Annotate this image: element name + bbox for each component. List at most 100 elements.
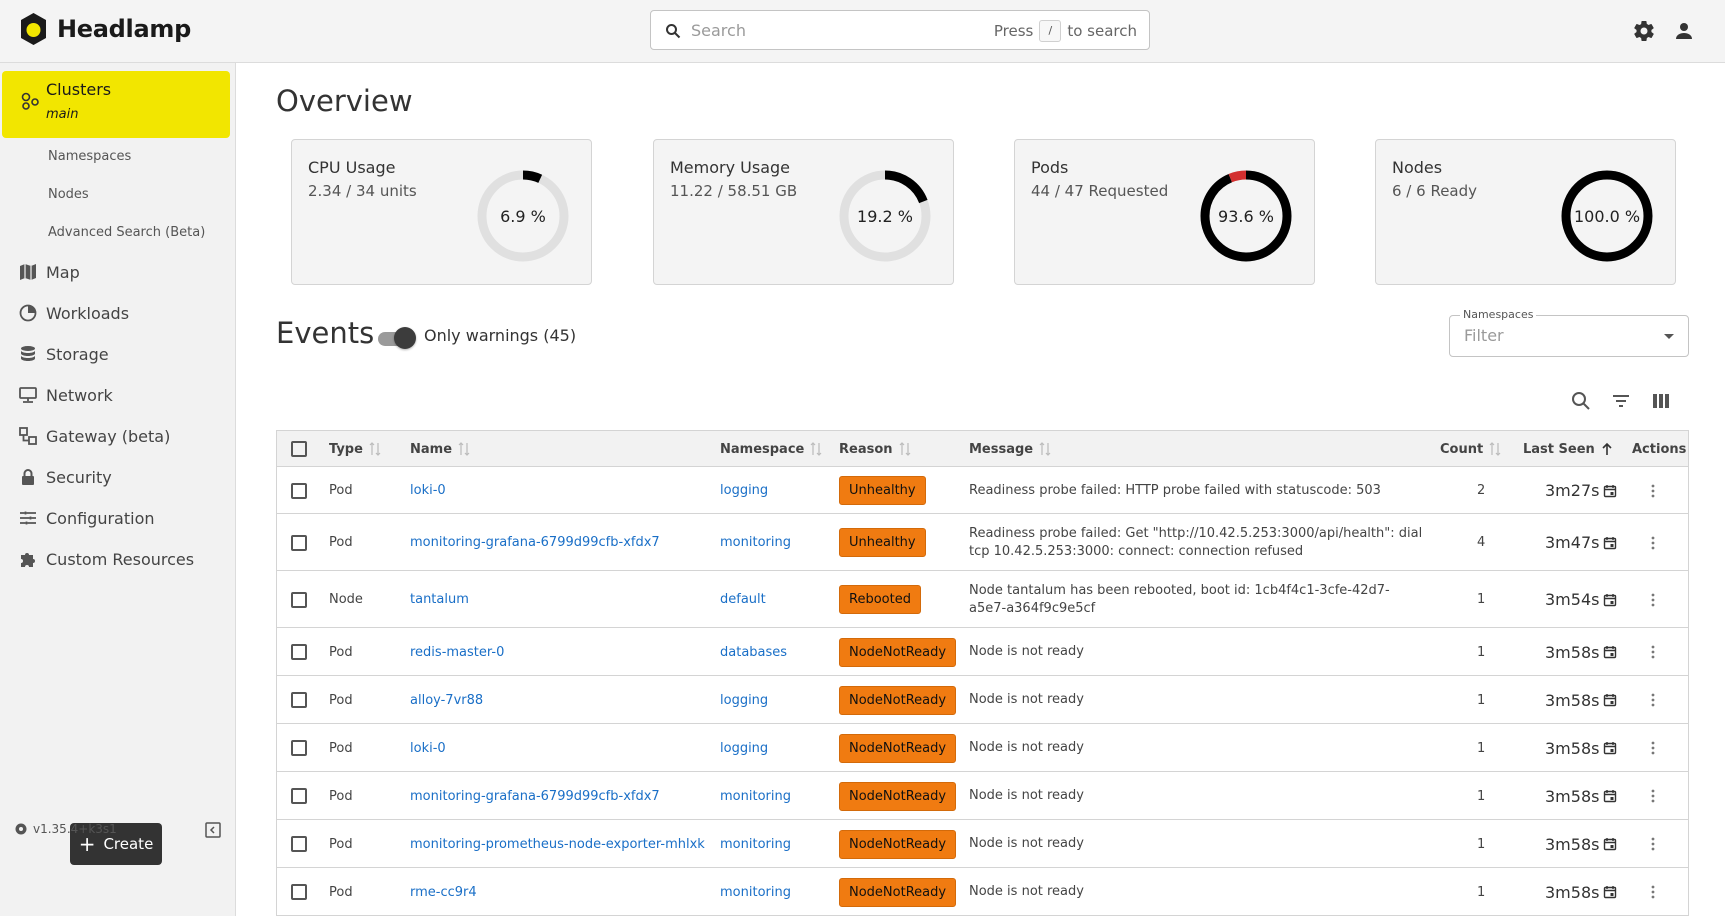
columns-icon[interactable] [1650, 390, 1672, 412]
more-actions-icon[interactable] [1651, 884, 1655, 900]
event-name-link[interactable]: monitoring-grafana-6799d99cfb-xfdx7 [410, 772, 660, 820]
row-checkbox-cell[interactable] [291, 724, 307, 772]
column-header-last-seen[interactable]: Last Seen [1523, 431, 1613, 467]
more-actions-icon[interactable] [1651, 483, 1655, 499]
row-checkbox[interactable] [291, 884, 307, 900]
card-title: CPU Usage [308, 158, 396, 177]
event-name-link[interactable]: loki-0 [410, 467, 446, 514]
row-checkbox-cell[interactable] [291, 868, 307, 916]
row-checkbox-cell[interactable] [291, 628, 307, 676]
nodes-donut: 100.0 % [1561, 170, 1653, 262]
settings-gear-icon[interactable] [1632, 19, 1656, 43]
more-actions-icon[interactable] [1651, 592, 1655, 608]
event-name-link[interactable]: monitoring-prometheus-node-exporter-mhlx… [410, 820, 705, 868]
row-checkbox-cell[interactable] [291, 467, 307, 514]
table-row[interactable]: Pod monitoring-grafana-6799d99cfb-xfdx7 mo… [277, 514, 1688, 571]
column-header-name[interactable]: Name [410, 431, 470, 467]
sidebar-item-namespaces[interactable]: Namespaces [48, 149, 131, 164]
select-all-checkbox-cell[interactable] [291, 431, 307, 467]
column-header-type[interactable]: Type [329, 431, 381, 467]
row-checkbox-cell[interactable] [291, 514, 307, 571]
event-name-link[interactable]: redis-master-0 [410, 628, 504, 676]
sidebar-item-security[interactable]: Security [18, 465, 112, 489]
table-row[interactable]: Pod monitoring-grafana-6799d99cfb-xfdx7 mo… [277, 772, 1688, 820]
sort-icon[interactable] [458, 442, 470, 456]
row-checkbox[interactable] [291, 740, 307, 756]
more-actions-icon[interactable] [1651, 836, 1655, 852]
sidebar-item-clusters[interactable]: Clusters main [2, 71, 230, 138]
event-namespace-link[interactable]: logging [720, 724, 768, 772]
search-icon[interactable] [1570, 390, 1592, 412]
sort-icon[interactable] [1489, 442, 1501, 456]
event-namespace-link[interactable]: monitoring [720, 514, 791, 571]
sort-icon[interactable] [369, 442, 381, 456]
table-row[interactable]: Pod rme-cc9r4 monitoring NodeNotReady Node i… [277, 868, 1688, 916]
row-checkbox-cell[interactable] [291, 676, 307, 724]
event-namespace-link[interactable]: logging [720, 467, 768, 514]
calendar-icon [1604, 694, 1617, 707]
table-row[interactable]: Pod loki-0 logging NodeNotReady Node is not … [277, 724, 1688, 772]
table-row[interactable]: Pod monitoring-prometheus-node-exporter-m… [277, 820, 1688, 868]
only-warnings-toggle[interactable] [378, 327, 416, 349]
more-actions-icon[interactable] [1651, 644, 1655, 660]
event-namespace-link[interactable]: logging [720, 676, 768, 724]
sort-icon[interactable] [810, 442, 822, 456]
table-row[interactable]: Node tantalum default Rebooted Node tantalum… [277, 571, 1688, 628]
column-header-reason[interactable]: Reason [839, 431, 911, 467]
more-actions-icon[interactable] [1651, 692, 1655, 708]
app-logo[interactable]: Headlamp [19, 12, 191, 46]
event-name-link[interactable]: loki-0 [410, 724, 446, 772]
column-header-message[interactable]: Message [969, 431, 1051, 467]
user-account-icon[interactable] [1672, 19, 1696, 43]
row-checkbox-cell[interactable] [291, 571, 307, 628]
calendar-icon [1604, 838, 1617, 851]
filter-icon[interactable] [1610, 390, 1632, 412]
sidebar-item-advanced-search[interactable]: Advanced Search (Beta) [48, 225, 205, 240]
event-namespace-link[interactable]: monitoring [720, 772, 791, 820]
row-checkbox[interactable] [291, 692, 307, 708]
table-row[interactable]: Pod redis-master-0 databases NodeNotReady No… [277, 628, 1688, 676]
event-namespace-link[interactable]: databases [720, 628, 787, 676]
search-box[interactable]: Search Press / to search [650, 10, 1150, 50]
select-all-checkbox[interactable] [291, 441, 307, 457]
row-checkbox[interactable] [291, 836, 307, 852]
table-row[interactable]: Pod alloy-7vr88 logging NodeNotReady Node is… [277, 676, 1688, 724]
event-name-link[interactable]: rme-cc9r4 [410, 868, 477, 916]
event-name-link[interactable]: alloy-7vr88 [410, 676, 483, 724]
sidebar-item-nodes[interactable]: Nodes [48, 187, 89, 202]
sidebar-item-label: Storage [46, 344, 109, 364]
table-row[interactable]: Pod loki-0 logging Unhealthy Readiness probe… [277, 467, 1688, 514]
sort-icon[interactable] [899, 442, 911, 456]
sort-icon[interactable] [1039, 442, 1051, 456]
sidebar-item-map[interactable]: Map [18, 260, 80, 284]
more-actions-icon[interactable] [1651, 740, 1655, 756]
event-namespace-link[interactable]: monitoring [720, 868, 791, 916]
column-header-count[interactable]: Count [1440, 431, 1501, 467]
more-actions-icon[interactable] [1651, 788, 1655, 804]
event-name-link[interactable]: tantalum [410, 571, 469, 628]
column-header-namespace[interactable]: Namespace [720, 431, 822, 467]
more-actions-icon[interactable] [1651, 535, 1655, 551]
event-namespace-link[interactable]: monitoring [720, 820, 791, 868]
sidebar-item-configuration[interactable]: Configuration [18, 506, 155, 530]
sidebar-item-workloads[interactable]: Workloads [18, 301, 129, 325]
sidebar-item-gateway[interactable]: Gateway (beta) [18, 424, 170, 448]
event-count: 1 [1477, 884, 1486, 900]
event-name-link[interactable]: monitoring-grafana-6799d99cfb-xfdx7 [410, 514, 660, 571]
row-checkbox[interactable] [291, 482, 307, 499]
event-namespace-link[interactable]: default [720, 571, 766, 628]
row-checkbox-cell[interactable] [291, 772, 307, 820]
collapse-sidebar-icon[interactable] [205, 822, 221, 838]
event-message-cell: Node is not ready [969, 820, 1424, 868]
sidebar-item-custom-resources[interactable]: Custom Resources [18, 547, 194, 571]
row-checkbox[interactable] [291, 644, 307, 660]
row-checkbox-cell[interactable] [291, 820, 307, 868]
dropdown-arrow-icon[interactable] [1663, 333, 1675, 341]
sort-ascending-icon[interactable] [1601, 442, 1613, 456]
sidebar-item-network[interactable]: Network [18, 383, 113, 407]
puzzle-icon [21, 553, 35, 567]
sidebar-item-storage[interactable]: Storage [18, 342, 109, 366]
row-checkbox[interactable] [291, 788, 307, 804]
row-checkbox[interactable] [291, 591, 307, 608]
row-checkbox[interactable] [291, 534, 307, 551]
